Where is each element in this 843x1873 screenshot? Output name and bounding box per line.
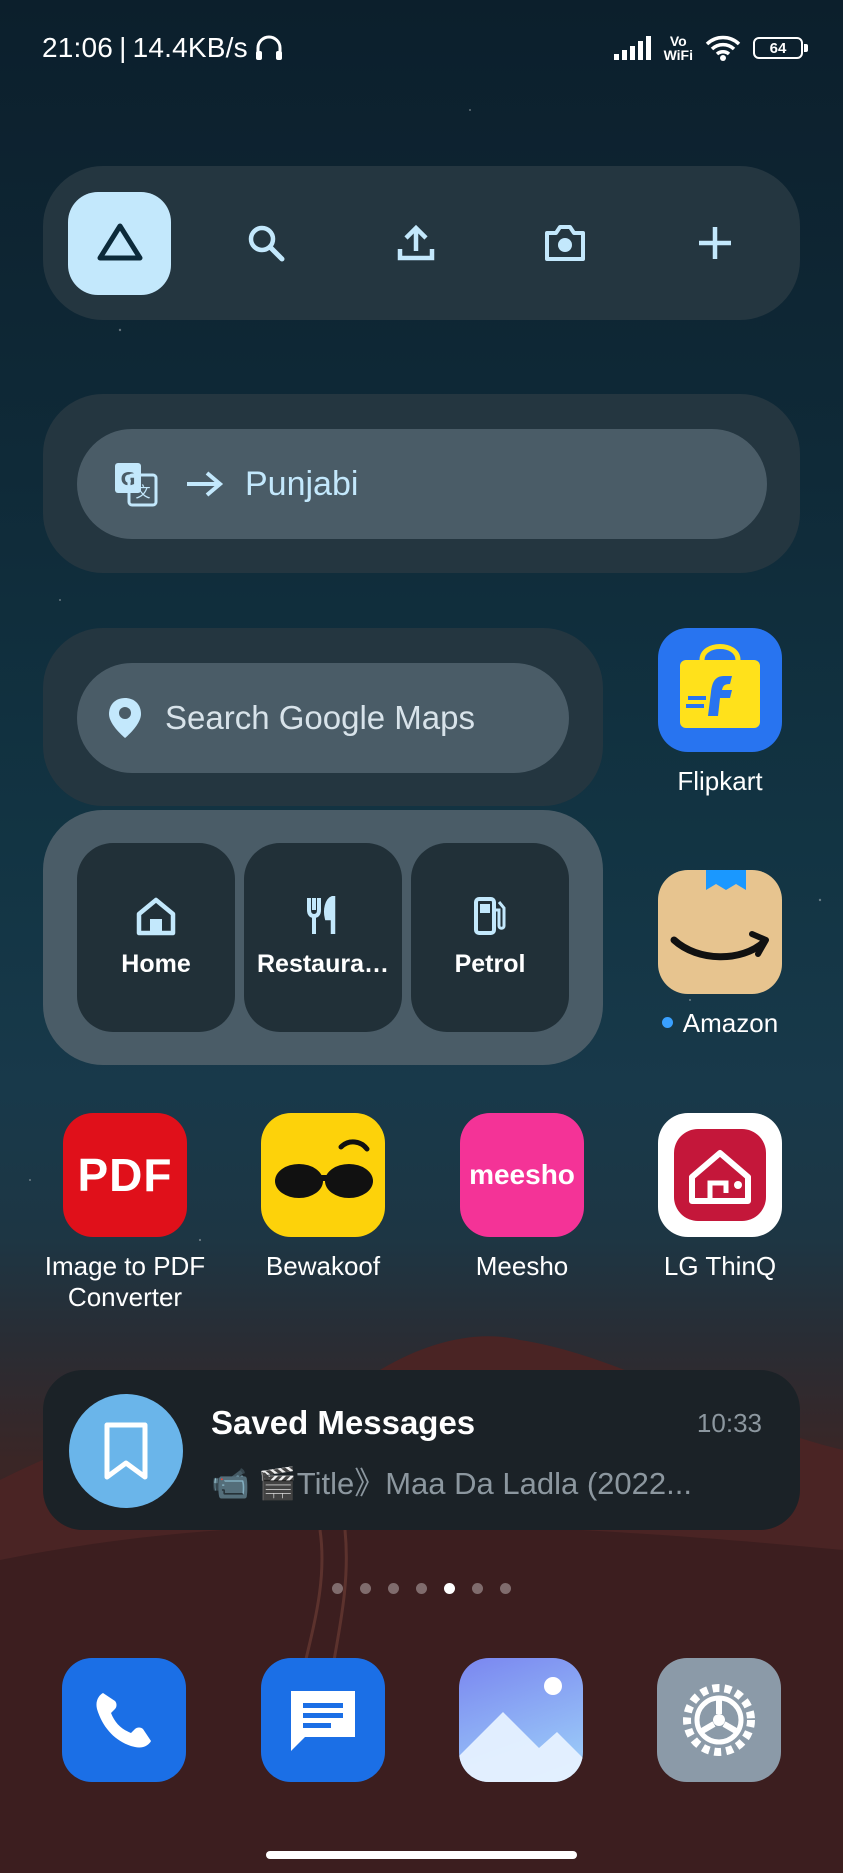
- lg-thinq-icon: [658, 1113, 782, 1237]
- status-separator: |: [119, 32, 127, 63]
- network-speed: 14.4KB/s: [132, 32, 248, 63]
- vowifi-indicator: Vo WiFi: [664, 34, 693, 62]
- wifi-icon: [705, 35, 741, 61]
- app-bewakoof[interactable]: Bewakoof: [223, 1113, 423, 1282]
- status-right: Vo WiFi 64: [613, 34, 808, 62]
- arrow-right-icon: [187, 471, 224, 497]
- notification-dot: [661, 1016, 673, 1028]
- location-pin-icon: [109, 698, 141, 738]
- fuel-icon: [474, 897, 506, 935]
- status-bar: 21:06 | 14.4KB/s Vo WiFi 64: [42, 28, 808, 68]
- page-dot[interactable]: [416, 1583, 427, 1594]
- flipkart-icon: [658, 628, 782, 752]
- translate-widget: G 文 Punjabi: [43, 394, 800, 573]
- drive-new-button[interactable]: [680, 208, 750, 278]
- meesho-icon-text: meesho: [469, 1159, 575, 1190]
- app-label: LG ThinQ: [663, 1251, 777, 1281]
- maps-shortcut-label: Home: [121, 950, 191, 978]
- page-dot[interactable]: [388, 1583, 399, 1594]
- app-label: Amazon: [682, 1008, 779, 1038]
- maps-search-bar[interactable]: Search Google Maps: [77, 663, 569, 773]
- restaurant-icon: [307, 896, 336, 934]
- app-label: Bewakoof: [265, 1251, 381, 1281]
- svg-text:文: 文: [135, 483, 150, 501]
- search-icon: [248, 225, 285, 262]
- app-label: Flipkart: [677, 766, 763, 796]
- translate-target-language: Punjabi: [245, 464, 359, 503]
- headphones-icon: [255, 35, 282, 60]
- chat-time: 10:33: [696, 1408, 762, 1438]
- app-image-to-pdf[interactable]: PDF Image to PDF Converter: [25, 1113, 225, 1313]
- maps-shortcuts-widget: Home Restaura… Petrol: [43, 810, 603, 1065]
- drive-logo-icon: [97, 223, 142, 261]
- maps-shortcut-home[interactable]: Home: [77, 843, 235, 1032]
- app-lg-thinq[interactable]: LG ThinQ: [620, 1113, 820, 1282]
- status-left: 21:06 | 14.4KB/s: [42, 32, 284, 64]
- dock-messages[interactable]: [261, 1658, 385, 1782]
- telegram-saved-messages-widget[interactable]: Saved Messages 10:33 📹 🎬Title》Maa Da Lad…: [43, 1370, 800, 1530]
- drive-camera-button[interactable]: [530, 208, 600, 278]
- maps-shortcut-petrol[interactable]: Petrol: [411, 843, 569, 1032]
- settings-icon: [683, 1684, 755, 1756]
- page-dot[interactable]: [360, 1583, 371, 1594]
- bookmark-icon: [104, 1422, 148, 1480]
- clock: 21:06: [42, 32, 114, 63]
- app-label-line2: Converter: [67, 1282, 183, 1312]
- camera-icon: [545, 225, 586, 261]
- drive-upload-button[interactable]: [381, 208, 451, 278]
- drive-actions: [171, 208, 800, 278]
- google-translate-icon: G 文: [115, 463, 158, 507]
- chat-last-message: 📹 🎬Title》Maa Da Ladla (2022...: [211, 1466, 692, 1501]
- vowifi-bottom: WiFi: [663, 47, 693, 63]
- signal-icon: [613, 36, 651, 60]
- amazon-icon: [658, 870, 782, 994]
- maps-shortcut-label: Petrol: [454, 950, 526, 978]
- bewakoof-icon: [261, 1113, 385, 1237]
- maps-search-widget: Search Google Maps: [43, 628, 603, 806]
- dock-phone[interactable]: [62, 1658, 186, 1782]
- app-flipkart[interactable]: Flipkart: [620, 628, 820, 797]
- maps-shortcut-label: Restaura…: [257, 950, 389, 978]
- battery-indicator: 64: [753, 37, 808, 59]
- maps-search-placeholder: Search Google Maps: [165, 699, 476, 736]
- vowifi-top: Vo: [669, 33, 687, 49]
- dock-gallery[interactable]: [459, 1658, 583, 1782]
- meesho-icon: meesho: [460, 1113, 584, 1237]
- translate-button[interactable]: G 文 Punjabi: [77, 429, 767, 539]
- messages-icon: [291, 1691, 355, 1751]
- home-gesture-bar[interactable]: [266, 1851, 577, 1859]
- app-amazon[interactable]: Amazon: [620, 870, 820, 1039]
- maps-shortcut-restaurants[interactable]: Restaura…: [244, 843, 402, 1032]
- gallery-icon: [459, 1677, 583, 1782]
- page-dot[interactable]: [500, 1583, 511, 1594]
- page-dot[interactable]: [332, 1583, 343, 1594]
- drive-widget[interactable]: [43, 166, 800, 320]
- home-icon: [136, 897, 176, 936]
- upload-icon: [397, 224, 434, 261]
- pdf-icon: PDF: [63, 1113, 187, 1237]
- app-label: Meesho: [475, 1251, 569, 1281]
- app-label-line1: Image to PDF: [44, 1251, 206, 1281]
- page-dot[interactable]: [444, 1583, 455, 1594]
- app-label-amazon: Amazon: [661, 1008, 779, 1039]
- bookmark-avatar: [69, 1394, 183, 1508]
- dock-settings[interactable]: [657, 1658, 781, 1782]
- app-label: Image to PDF Converter: [45, 1251, 205, 1313]
- chat-title: Saved Messages: [211, 1404, 476, 1441]
- pdf-icon-text: PDF: [77, 1149, 173, 1201]
- drive-search-button[interactable]: [231, 208, 301, 278]
- drive-logo-button[interactable]: [68, 191, 171, 295]
- page-dot[interactable]: [472, 1583, 483, 1594]
- phone-icon: [96, 1693, 151, 1748]
- app-meesho[interactable]: meesho Meesho: [422, 1113, 622, 1282]
- page-indicator[interactable]: [0, 1583, 843, 1594]
- plus-icon: [699, 227, 732, 259]
